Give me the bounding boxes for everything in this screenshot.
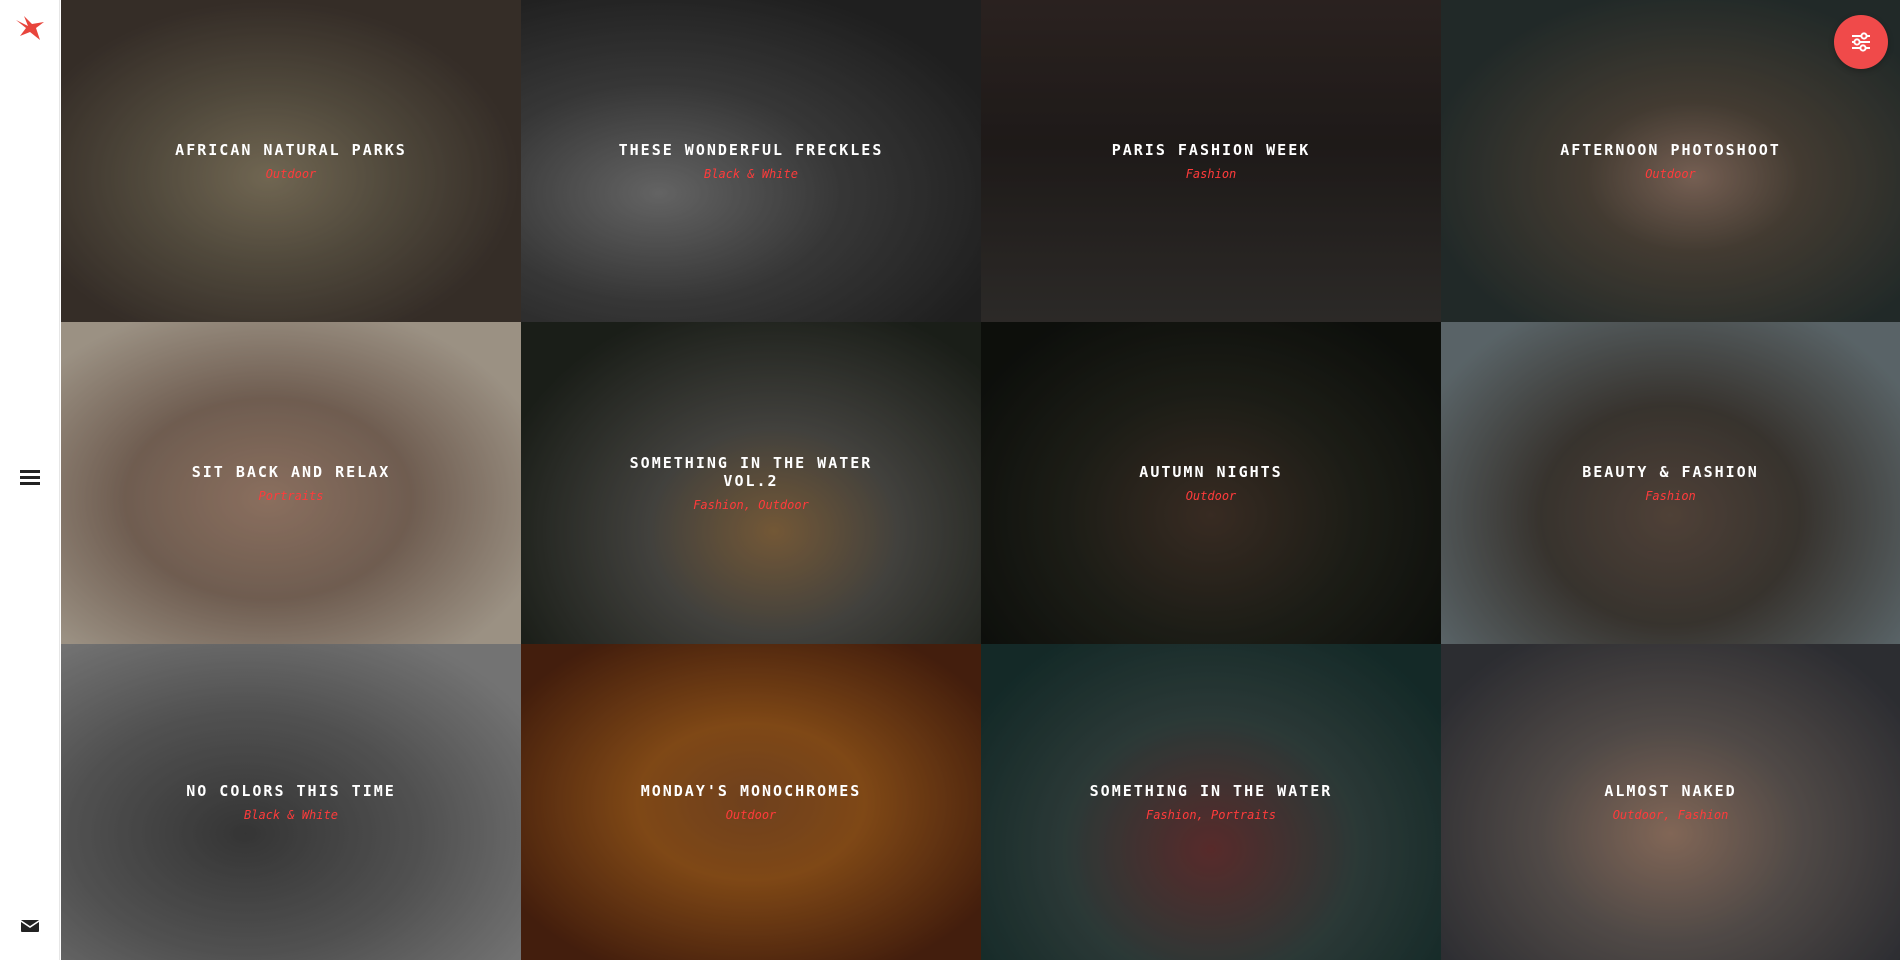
- tile-title[interactable]: ALMOST NAKED: [1531, 782, 1810, 800]
- tile-title[interactable]: AFTERNOON PHOTOSHOOT: [1531, 141, 1810, 159]
- tile-caption: ALMOST NAKED Outdoor, Fashion: [1441, 782, 1900, 822]
- tile-tags[interactable]: Outdoor, Fashion: [1531, 808, 1810, 822]
- tile-caption: PARIS FASHION WEEK Fashion: [981, 141, 1441, 181]
- gallery-item[interactable]: AFRICAN NATURAL PARKS Outdoor: [61, 0, 521, 322]
- tile-caption: BEAUTY & FASHION Fashion: [1441, 463, 1900, 503]
- tile-title[interactable]: AUTUMN NIGHTS: [1071, 463, 1351, 481]
- tile-caption: AFRICAN NATURAL PARKS Outdoor: [61, 141, 521, 181]
- tile-tags[interactable]: Outdoor: [611, 808, 891, 822]
- gallery-item[interactable]: BEAUTY & FASHION Fashion: [1441, 322, 1900, 644]
- tile-caption: AFTERNOON PHOTOSHOOT Outdoor: [1441, 141, 1900, 181]
- tile-title[interactable]: THESE WONDERFUL FRECKLES: [611, 141, 891, 159]
- gallery-grid: AFRICAN NATURAL PARKS Outdoor THESE WOND…: [61, 0, 1900, 960]
- bird-logo-icon[interactable]: [14, 14, 46, 44]
- sidebar: [0, 0, 60, 960]
- tile-caption: SIT BACK AND RELAX Portraits: [61, 463, 521, 503]
- tile-tags[interactable]: Portraits: [151, 489, 431, 503]
- gallery-item[interactable]: AFTERNOON PHOTOSHOOT Outdoor: [1441, 0, 1900, 322]
- gallery-item[interactable]: THESE WONDERFUL FRECKLES Black & White: [521, 0, 981, 322]
- tile-title[interactable]: MONDAY'S MONOCHROMES: [611, 782, 891, 800]
- tile-title[interactable]: SIT BACK AND RELAX: [151, 463, 431, 481]
- mail-icon[interactable]: [20, 918, 40, 934]
- tile-tags[interactable]: Black & White: [151, 808, 431, 822]
- gallery-item[interactable]: PARIS FASHION WEEK Fashion: [981, 0, 1441, 322]
- sliders-icon: [1852, 32, 1870, 52]
- tile-title[interactable]: AFRICAN NATURAL PARKS: [151, 141, 431, 159]
- tile-caption: NO COLORS THIS TIME Black & White: [61, 782, 521, 822]
- tile-tags[interactable]: Fashion: [1071, 167, 1351, 181]
- tile-caption: MONDAY'S MONOCHROMES Outdoor: [521, 782, 981, 822]
- hamburger-icon[interactable]: [20, 470, 40, 488]
- filter-button[interactable]: [1834, 15, 1888, 69]
- tile-title[interactable]: PARIS FASHION WEEK: [1071, 141, 1351, 159]
- gallery-item[interactable]: SOMETHING IN THE WATER VOL.2 Fashion, Ou…: [521, 322, 981, 644]
- tile-tags[interactable]: Fashion, Outdoor: [611, 498, 891, 512]
- tile-caption: AUTUMN NIGHTS Outdoor: [981, 463, 1441, 503]
- tile-caption: SOMETHING IN THE WATER Fashion, Portrait…: [981, 782, 1441, 822]
- tile-tags[interactable]: Outdoor: [151, 167, 431, 181]
- tile-caption: THESE WONDERFUL FRECKLES Black & White: [521, 141, 981, 181]
- tile-tags[interactable]: Outdoor: [1531, 167, 1810, 181]
- gallery-item[interactable]: SOMETHING IN THE WATER Fashion, Portrait…: [981, 644, 1441, 960]
- tile-tags[interactable]: Black & White: [611, 167, 891, 181]
- tile-tags[interactable]: Outdoor: [1071, 489, 1351, 503]
- gallery-item[interactable]: SIT BACK AND RELAX Portraits: [61, 322, 521, 644]
- tile-title[interactable]: NO COLORS THIS TIME: [151, 782, 431, 800]
- tile-title[interactable]: BEAUTY & FASHION: [1531, 463, 1810, 481]
- gallery-item[interactable]: AUTUMN NIGHTS Outdoor: [981, 322, 1441, 644]
- tile-title[interactable]: SOMETHING IN THE WATER: [1071, 782, 1351, 800]
- tile-title[interactable]: SOMETHING IN THE WATER VOL.2: [611, 454, 891, 490]
- tile-tags[interactable]: Fashion: [1531, 489, 1810, 503]
- gallery-item[interactable]: MONDAY'S MONOCHROMES Outdoor: [521, 644, 981, 960]
- tile-caption: SOMETHING IN THE WATER VOL.2 Fashion, Ou…: [521, 454, 981, 512]
- gallery-item[interactable]: ALMOST NAKED Outdoor, Fashion: [1441, 644, 1900, 960]
- gallery-item[interactable]: NO COLORS THIS TIME Black & White: [61, 644, 521, 960]
- tile-tags[interactable]: Fashion, Portraits: [1071, 808, 1351, 822]
